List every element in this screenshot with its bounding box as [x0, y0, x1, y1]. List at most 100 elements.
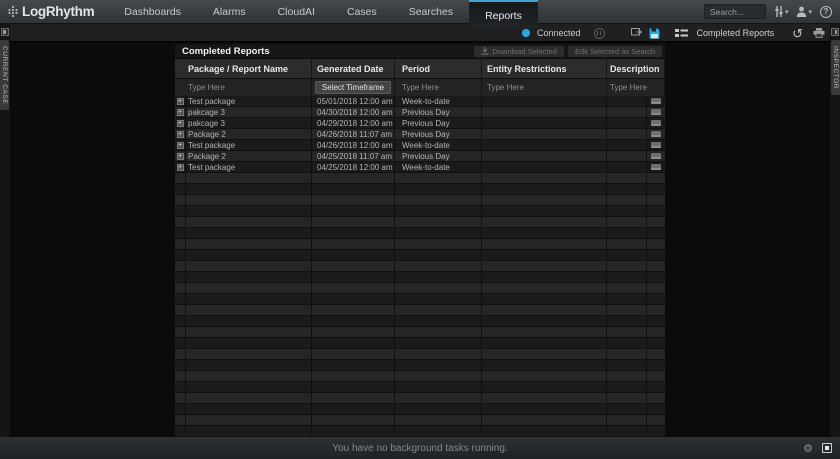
row-period: Week-to-date	[395, 162, 482, 172]
view-title-label: Completed Reports	[697, 28, 775, 38]
pause-updates-icon[interactable]	[594, 28, 605, 39]
row-date: 04/30/2018 12:00 am	[312, 107, 395, 117]
refresh-icon[interactable]: ↺	[792, 27, 803, 40]
search-input[interactable]	[704, 4, 766, 19]
current-case-tab[interactable]: CURRENT CASE	[0, 40, 9, 110]
filter-settings-menu[interactable]: ▾	[774, 6, 789, 17]
table-row[interactable]: + Package 2 04/26/2018 11:07 am Previous…	[175, 129, 665, 140]
table-row[interactable]: + Test package 04/25/2018 12:00 am Week-…	[175, 162, 665, 173]
left-panel-strip: CURRENT CASE	[0, 24, 10, 437]
filter-entity-input[interactable]	[487, 83, 606, 92]
nav-tabs: DashboardsAlarmsCloudAICasesSearchesRepo…	[108, 0, 538, 23]
expand-row-icon[interactable]: +	[177, 164, 184, 171]
row-date: 04/26/2018 12:00 am	[312, 140, 395, 150]
tab-dashboards[interactable]: Dashboards	[108, 0, 197, 23]
download-report-icon[interactable]	[651, 98, 661, 104]
download-report-icon[interactable]	[651, 164, 661, 170]
filter-description-input[interactable]	[610, 83, 664, 92]
column-header-generated-date[interactable]: Generated Date	[312, 59, 395, 78]
row-description	[607, 151, 647, 161]
logo-mark-icon	[8, 5, 19, 18]
expand-row-icon[interactable]: +	[177, 131, 184, 138]
edit-selected-as-search-button[interactable]: Edit Selected as Search	[568, 46, 662, 57]
empty-table-row	[175, 426, 665, 437]
empty-table-row	[175, 371, 665, 382]
right-panel-strip: INSPECTOR	[830, 24, 840, 437]
row-name: Package 2	[186, 129, 312, 139]
row-entity	[482, 129, 607, 139]
row-period: Week-to-date	[395, 140, 482, 150]
expand-left-panel-icon[interactable]	[1, 28, 9, 36]
table-row[interactable]: + pakcage 3 04/30/2018 12:00 am Previous…	[175, 107, 665, 118]
column-header-package-report-name[interactable]: Package / Report Name	[175, 59, 312, 78]
save-view-icon[interactable]	[649, 28, 660, 39]
expand-inspector-panel-icon[interactable]	[831, 28, 839, 36]
table-body: + Test package 05/01/2018 12:00 am Week-…	[175, 96, 665, 437]
download-selected-button[interactable]: Download Selected	[474, 46, 564, 57]
filter-period-input[interactable]	[402, 83, 481, 92]
expand-row-icon[interactable]: +	[177, 120, 184, 127]
select-timeframe-button[interactable]: Select Timeframe	[315, 81, 391, 94]
filter-name-input[interactable]	[188, 83, 311, 92]
view-toolbar: Connected	[10, 24, 830, 42]
row-period: Previous Day	[395, 107, 482, 117]
tab-alarms[interactable]: Alarms	[197, 0, 262, 23]
row-description	[607, 140, 647, 150]
empty-table-row	[175, 217, 665, 228]
row-description	[607, 162, 647, 172]
row-entity	[482, 140, 607, 150]
row-name: Test package	[186, 96, 312, 106]
download-icon	[481, 47, 489, 55]
row-entity	[482, 162, 607, 172]
column-header-period[interactable]: Period	[395, 59, 482, 78]
download-report-icon[interactable]	[651, 120, 661, 126]
expand-row-icon[interactable]: +	[177, 98, 184, 105]
table-row[interactable]: + Test package 05/01/2018 12:00 am Week-…	[175, 96, 665, 107]
background-tasks-icon[interactable]	[822, 443, 832, 453]
download-report-icon[interactable]	[651, 153, 661, 159]
print-icon[interactable]	[813, 28, 825, 38]
download-report-icon[interactable]	[651, 131, 661, 137]
tab-reports[interactable]: Reports	[469, 0, 538, 29]
inspector-tab[interactable]: INSPECTOR	[831, 40, 840, 95]
column-header-entity-restrictions[interactable]: Entity Restrictions	[482, 59, 607, 78]
download-report-icon[interactable]	[651, 109, 661, 115]
expand-row-icon[interactable]: +	[177, 142, 184, 149]
expand-row-icon[interactable]: +	[177, 109, 184, 116]
download-report-icon[interactable]	[651, 142, 661, 148]
table-row[interactable]: + pakcage 3 04/29/2018 12:00 am Previous…	[175, 118, 665, 129]
empty-table-row	[175, 415, 665, 426]
help-icon[interactable]: ?	[820, 6, 832, 18]
topnav-right-cluster: ▾ ▾ ?	[704, 0, 840, 23]
tab-cloudai[interactable]: CloudAI	[262, 0, 331, 23]
expand-row-icon[interactable]: +	[177, 153, 184, 160]
row-description	[607, 118, 647, 128]
row-entity	[482, 107, 607, 117]
completed-reports-panel: Completed Reports Download Selected Edit…	[175, 44, 665, 437]
empty-table-row	[175, 239, 665, 250]
column-header-description[interactable]: Description	[607, 59, 665, 78]
app-window: LogRhythm DashboardsAlarmsCloudAICasesSe…	[0, 0, 840, 459]
empty-table-row	[175, 261, 665, 272]
empty-table-row	[175, 173, 665, 184]
table-row[interactable]: + Test package 04/26/2018 12:00 am Week-…	[175, 140, 665, 151]
row-date: 05/01/2018 12:00 am	[312, 96, 395, 106]
row-name: Test package	[186, 162, 312, 172]
logo-text: LogRhythm	[22, 4, 94, 19]
tab-searches[interactable]: Searches	[393, 0, 469, 23]
status-bar: You have no background tasks running. ⚙	[0, 437, 840, 459]
send-to-screen-icon[interactable]	[631, 28, 642, 38]
user-menu[interactable]: ▾	[796, 6, 812, 17]
tab-cases[interactable]: Cases	[331, 0, 393, 23]
table-row[interactable]: + Package 2 04/25/2018 11:07 am Previous…	[175, 151, 665, 162]
sliders-icon	[774, 6, 784, 17]
gear-icon[interactable]: ⚙	[803, 442, 813, 455]
row-name: Test package	[186, 140, 312, 150]
empty-table-row	[175, 184, 665, 195]
row-name: Package 2	[186, 151, 312, 161]
row-name: pakcage 3	[186, 118, 312, 128]
empty-table-row	[175, 206, 665, 217]
empty-table-row	[175, 283, 665, 294]
empty-table-row	[175, 294, 665, 305]
empty-table-row	[175, 272, 665, 283]
